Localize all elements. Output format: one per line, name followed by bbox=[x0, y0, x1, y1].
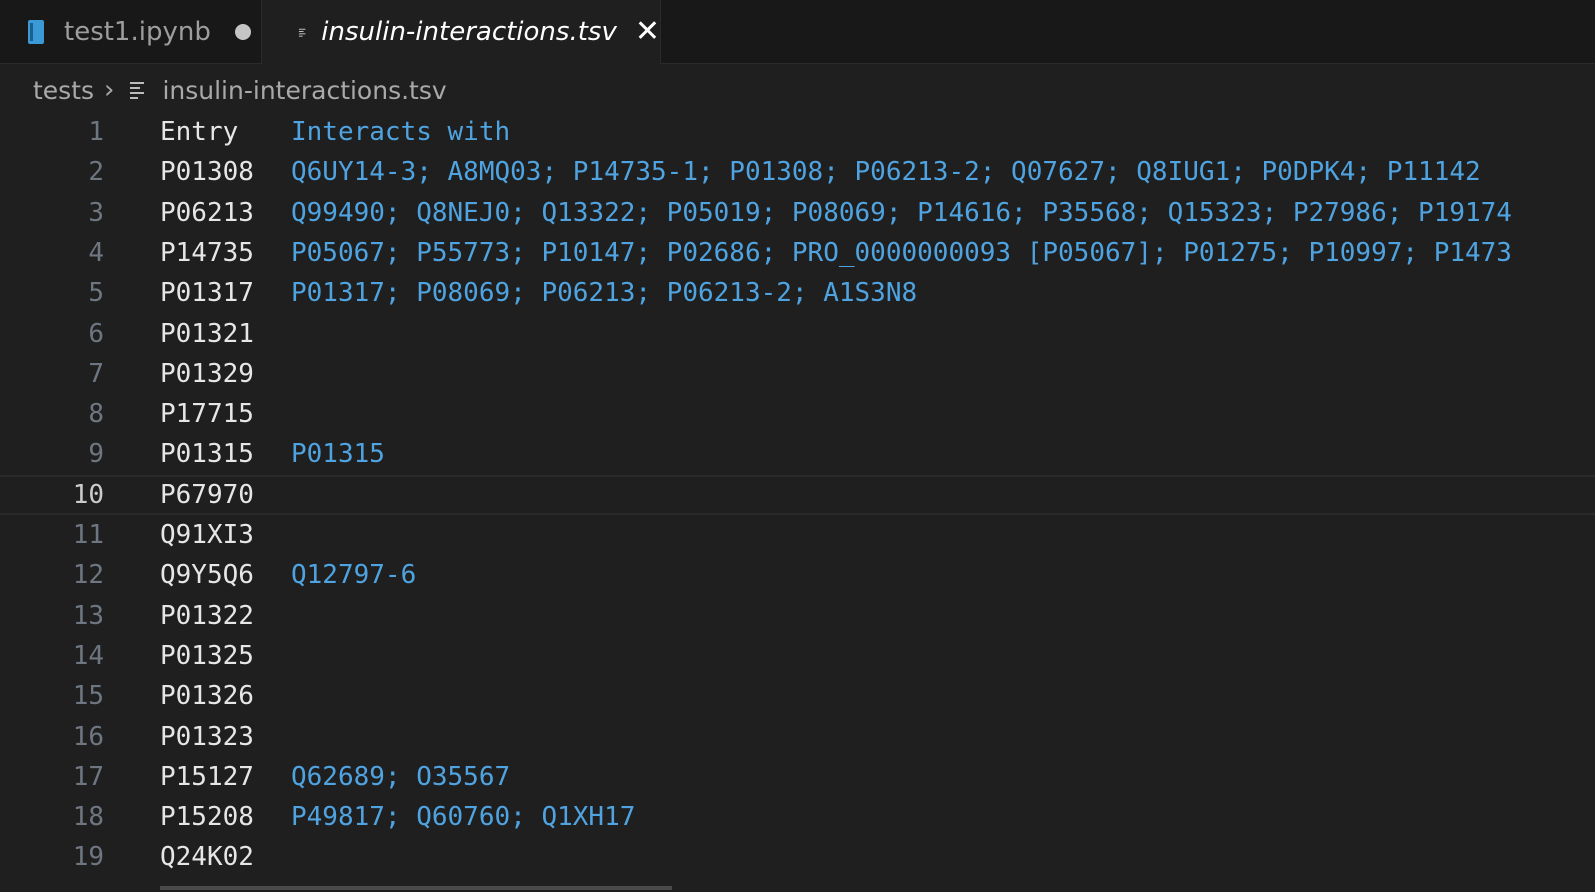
editor-line[interactable]: 16 P01323 bbox=[0, 717, 1595, 757]
line-number: 17 bbox=[72, 761, 104, 792]
tab-test1-ipynb[interactable]: test1.ipynb bbox=[0, 0, 262, 63]
line-number: 19 bbox=[72, 842, 104, 873]
entry-cell: P01321 bbox=[160, 318, 254, 349]
entry-cell: P01308 bbox=[160, 157, 254, 188]
breadcrumb-folder[interactable]: tests bbox=[33, 76, 94, 105]
editor-line[interactable]: 17 P15127 Q62689; O35567 bbox=[0, 757, 1595, 797]
editor-line[interactable]: 2 P01308 Q6UY14-3; A8MQ03; P14735-1; P0130… bbox=[0, 152, 1595, 192]
line-number: 11 bbox=[72, 520, 104, 550]
editor-line[interactable]: 12 Q9Y5Q6 Q12797-6 bbox=[0, 555, 1595, 595]
editor-line[interactable]: 9 P01315 P01315 bbox=[0, 434, 1595, 474]
editor-line[interactable]: 13 P01322 bbox=[0, 596, 1595, 636]
interacts-cell: P01317; P08069; P06213; P06213-2; A1S3N8 bbox=[291, 278, 918, 309]
editor-line[interactable]: 10 P67970 bbox=[0, 474, 1595, 515]
editor-line[interactable]: 7 P01329 bbox=[0, 354, 1595, 394]
editor-line[interactable]: 19 Q24K02 bbox=[0, 837, 1595, 877]
editor-line[interactable]: 18 P15208 P49817; Q60760; Q1XH17 bbox=[0, 797, 1595, 837]
entry-cell: P01317 bbox=[160, 278, 254, 309]
entry-cell: P01323 bbox=[160, 721, 254, 752]
entry-cell: P01329 bbox=[160, 358, 254, 389]
line-number: 5 bbox=[88, 278, 104, 309]
editor-line[interactable]: 6 P01321 bbox=[0, 314, 1595, 354]
line-number: 8 bbox=[88, 399, 104, 430]
entry-cell: Q24K02 bbox=[160, 842, 254, 873]
tab-label: test1.ipynb bbox=[64, 16, 211, 47]
entry-cell: P01322 bbox=[160, 600, 254, 631]
line-number: 13 bbox=[72, 600, 104, 631]
interacts-cell: Q12797-6 bbox=[291, 560, 417, 591]
horizontal-scrollbar[interactable] bbox=[160, 886, 672, 890]
line-number: 9 bbox=[88, 439, 104, 470]
entry-cell: P06213 bbox=[160, 197, 254, 228]
entry-cell: P15127 bbox=[160, 761, 254, 792]
chevron-right-icon: › bbox=[104, 75, 115, 105]
line-number: 12 bbox=[72, 560, 104, 591]
line-number: 7 bbox=[88, 358, 104, 389]
line-number: 2 bbox=[88, 157, 104, 188]
line-number: 3 bbox=[88, 197, 104, 228]
line-number: 18 bbox=[72, 802, 104, 833]
line-number: 4 bbox=[88, 237, 104, 268]
lines-file-icon bbox=[298, 28, 306, 37]
unsaved-dot-icon[interactable] bbox=[234, 23, 251, 40]
editor-line[interactable]: 3 P06213 Q99490; Q8NEJ0; Q13322; P05019; P… bbox=[0, 193, 1595, 233]
interacts-cell: Q62689; O35567 bbox=[291, 761, 511, 792]
interacts-cell: Interacts with bbox=[291, 117, 511, 147]
entry-cell: P01315 bbox=[160, 439, 254, 470]
interacts-cell: P05067; P55773; P10147; P02686; PRO_0000… bbox=[291, 237, 1512, 268]
interacts-cell: Q6UY14-3; A8MQ03; P14735-1; P01308; P062… bbox=[291, 157, 1481, 188]
interacts-cell: Q99490; Q8NEJ0; Q13322; P05019; P08069; … bbox=[291, 197, 1512, 228]
editor-line[interactable]: 11 Q91XI3 bbox=[0, 515, 1595, 555]
editor-line[interactable]: 8 P17715 bbox=[0, 394, 1595, 434]
editor-line[interactable]: 14 P01325 bbox=[0, 636, 1595, 676]
line-number: 6 bbox=[88, 318, 104, 349]
breadcrumb-file[interactable]: insulin-interactions.tsv bbox=[162, 76, 446, 105]
entry-cell: P01325 bbox=[160, 640, 254, 671]
tab-insulin-interactions[interactable]: insulin-interactions.tsv ✕ bbox=[262, 0, 661, 64]
breadcrumb: tests › insulin-interactions.tsv bbox=[33, 72, 447, 108]
entry-cell: P67970 bbox=[160, 479, 254, 510]
entry-cell: Entry bbox=[160, 117, 239, 147]
editor-line[interactable]: 4 P14735 P05067; P55773; P10147; P02686; P… bbox=[0, 233, 1595, 273]
lines-file-icon bbox=[130, 82, 145, 99]
line-number: 1 bbox=[88, 117, 104, 147]
entry-cell: P15208 bbox=[160, 802, 254, 833]
entry-cell: P17715 bbox=[160, 399, 254, 430]
line-number: 16 bbox=[72, 721, 104, 752]
entry-cell: P14735 bbox=[160, 237, 254, 268]
editor[interactable]: 19 Q24K02 18 P15208 P49817; Q60760; Q1XH17 17… bbox=[0, 112, 1595, 892]
editor-line[interactable]: 1 Entry Interacts with bbox=[0, 112, 1595, 152]
interacts-cell: P49817; Q60760; Q1XH17 bbox=[291, 802, 636, 833]
close-icon[interactable]: ✕ bbox=[635, 17, 660, 47]
editor-line[interactable]: 5 P01317 P01317; P08069; P06213; P06213-2;… bbox=[0, 273, 1595, 313]
tab-bar: test1.ipynb insulin-interactions.tsv ✕ bbox=[0, 0, 1595, 64]
line-number: 14 bbox=[72, 640, 104, 671]
entry-cell: P01326 bbox=[160, 681, 254, 712]
notebook-icon bbox=[28, 19, 44, 44]
line-number: 15 bbox=[72, 681, 104, 712]
interacts-cell: P01315 bbox=[291, 439, 385, 470]
tab-label: insulin-interactions.tsv bbox=[321, 17, 617, 47]
entry-cell: Q9Y5Q6 bbox=[160, 560, 254, 591]
entry-cell: Q91XI3 bbox=[160, 520, 254, 550]
editor-line[interactable]: 15 P01326 bbox=[0, 676, 1595, 716]
line-number: 10 bbox=[72, 479, 104, 510]
